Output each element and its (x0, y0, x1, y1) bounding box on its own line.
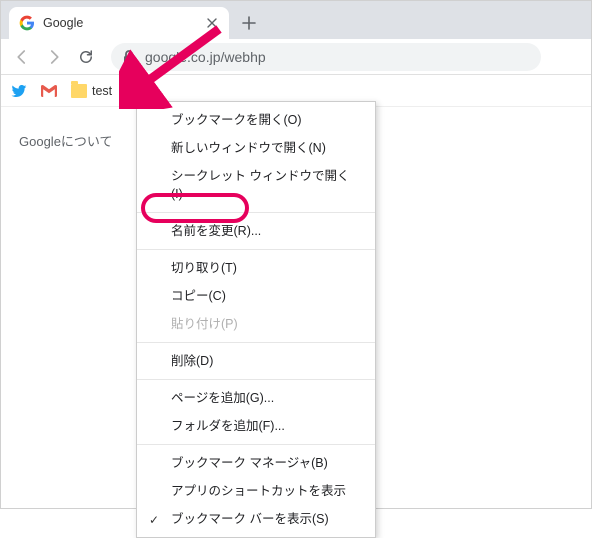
reload-button[interactable] (73, 44, 99, 70)
menu-show-app-shortcut[interactable]: アプリのショートカットを表示 (137, 477, 375, 505)
menu-copy[interactable]: コピー(C) (137, 282, 375, 310)
menu-add-folder[interactable]: フォルダを追加(F)... (137, 412, 375, 440)
menu-paste: 貼り付け(P) (137, 310, 375, 338)
lock-icon (123, 50, 137, 64)
menu-show-bookmark-bar[interactable]: ✓ ブックマーク バーを表示(S) (137, 505, 375, 533)
menu-open-incognito[interactable]: シークレット ウィンドウで開く(I) (137, 162, 375, 208)
menu-separator (137, 444, 375, 445)
menu-separator (137, 249, 375, 250)
menu-open-new-window[interactable]: 新しいウィンドウで開く(N) (137, 134, 375, 162)
forward-button[interactable] (41, 44, 67, 70)
gmail-icon (41, 83, 57, 99)
menu-cut[interactable]: 切り取り(T) (137, 254, 375, 282)
menu-separator (137, 379, 375, 380)
menu-rename[interactable]: 名前を変更(R)... (137, 217, 375, 245)
menu-show-bookmark-bar-label: ブックマーク バーを表示(S) (171, 512, 329, 526)
address-bar[interactable]: google.co.jp/webhp (111, 43, 541, 71)
bookmark-folder-label: test (92, 84, 112, 98)
menu-delete[interactable]: 削除(D) (137, 347, 375, 375)
tab-title: Google (43, 16, 205, 30)
toolbar: google.co.jp/webhp (1, 39, 591, 75)
back-button[interactable] (9, 44, 35, 70)
new-tab-button[interactable] (235, 9, 263, 37)
menu-separator (137, 342, 375, 343)
bookmark-gmail[interactable] (41, 83, 57, 99)
check-icon: ✓ (149, 511, 159, 529)
menu-separator (137, 212, 375, 213)
folder-icon (71, 83, 87, 99)
context-menu: ブックマークを開く(O) 新しいウィンドウで開く(N) シークレット ウィンドウ… (136, 101, 376, 538)
bookmark-folder-test[interactable]: test (71, 83, 112, 99)
menu-open-bookmark[interactable]: ブックマークを開く(O) (137, 106, 375, 134)
twitter-icon (11, 83, 27, 99)
google-favicon (19, 15, 35, 31)
menu-add-page[interactable]: ページを追加(G)... (137, 384, 375, 412)
tab-strip: Google (1, 1, 591, 39)
browser-tab[interactable]: Google (9, 7, 229, 39)
menu-bookmark-manager[interactable]: ブックマーク マネージャ(B) (137, 449, 375, 477)
close-tab-icon[interactable] (205, 16, 219, 30)
bookmark-twitter[interactable] (11, 83, 27, 99)
url-text: google.co.jp/webhp (145, 49, 266, 65)
about-google-link[interactable]: Googleについて (19, 134, 113, 149)
